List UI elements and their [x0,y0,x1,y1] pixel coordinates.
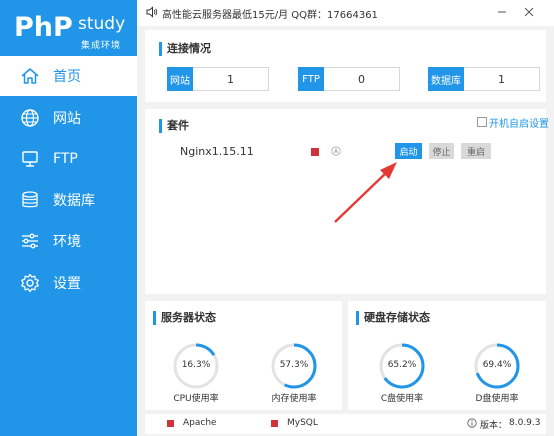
memory-label: 内存使用率 [271,394,317,404]
nav-item-settings[interactable]: 设置 [0,263,137,303]
c-drive-label: C盘使用率 [380,394,424,404]
minimize-button[interactable] [495,5,509,19]
autostart-checkbox[interactable] [477,117,487,127]
d-drive-label: D盘使用率 [475,394,519,404]
logo-brand-2: study [78,14,126,34]
nav-item-ftp[interactable]: FTP [0,139,137,179]
disk-status-title: 硬盘存储状态 [356,311,430,325]
nav-item-website[interactable]: 网站 [0,98,137,138]
globe-icon [19,107,41,129]
mysql-label: MySQL [287,418,318,428]
info-icon[interactable] [467,418,477,428]
nav-label: 环境 [53,234,81,250]
ftp-stat[interactable]: FTP 0 [298,67,400,91]
autostart-link[interactable]: 开机自启设置 [489,115,549,130]
version-value: 8.0.9.3 [509,418,541,428]
nav-item-database[interactable]: 数据库 [0,180,137,220]
db-stat[interactable]: 数据库 1 [428,67,540,91]
connection-title: 连接情况 [159,42,211,56]
db-stat-label: 数据库 [428,67,464,91]
status-indicator [311,148,319,156]
nav-item-home[interactable]: 首页 [0,56,137,96]
nav-label: 数据库 [53,193,95,209]
ftp-stat-value: 0 [324,67,400,91]
website-stat-label: 网站 [167,67,193,91]
server-status-title: 服务器状态 [153,311,216,325]
memory-value: 57.3% [279,360,309,370]
nav-label: FTP [53,151,78,167]
logo: PhP study 集成环境 [14,10,134,51]
top-bar: 高性能云服务器最低15元/月 QQ群：17664361 [137,0,554,26]
db-stat-value: 1 [464,67,540,91]
restart-button[interactable]: 重启 [461,143,491,159]
nav-label: 网站 [53,111,81,127]
nav-item-environment[interactable]: 环境 [0,221,137,261]
disk-status-panel: 硬盘存储状态 65.2% C盘使用率 69.4% D盘使用率 [348,301,546,410]
suite-panel: 套件 开机自启设置 Nginx1.15.11 启动 停止 重启 [145,109,549,294]
suite-title: 套件 [159,119,189,133]
home-icon [19,65,41,87]
website-stat[interactable]: 网站 1 [167,67,269,91]
cpu-label: CPU使用率 [173,394,219,404]
nav-label: 首页 [53,69,81,85]
mysql-status-indicator [271,420,278,427]
stop-button[interactable]: 停止 [429,143,454,159]
start-button[interactable]: 启动 [395,143,422,159]
logo-brand: PhP [14,12,73,43]
nav-label: 设置 [53,276,81,292]
c-drive-value: 65.2% [387,360,417,370]
sliders-icon [19,230,41,252]
gear-icon [19,272,41,294]
database-icon [19,189,41,211]
service-name: Nginx1.15.11 [180,145,254,158]
close-button[interactable] [522,5,536,19]
ftp-stat-label: FTP [298,67,324,91]
connection-panel: 连接情况 网站 1 FTP 0 数据库 1 [145,30,546,102]
footer-bar: Apache MySQL 版本： 8.0.9.3 [145,414,546,434]
logo-subtitle: 集成环境 [81,41,122,51]
speaker-icon [146,6,158,18]
apache-label: Apache [183,418,217,428]
d-drive-value: 69.4% [482,360,512,370]
server-status-panel: 服务器状态 16.3% CPU使用率 57.3% 内存使用率 [145,301,342,410]
annotation-arrow [334,162,397,223]
notice-text[interactable]: 高性能云服务器最低15元/月 QQ群：17664361 [162,6,378,21]
cpu-value: 16.3% [181,360,211,370]
website-stat-value: 1 [193,67,269,91]
monitor-icon [19,148,41,170]
sidebar: PhP study 集成环境 首页 网站 FTP 数据库 环境 设置 [0,0,137,436]
version-label: 版本： [480,421,508,431]
apache-status-indicator [167,420,174,427]
service-info-icon[interactable] [331,146,341,156]
